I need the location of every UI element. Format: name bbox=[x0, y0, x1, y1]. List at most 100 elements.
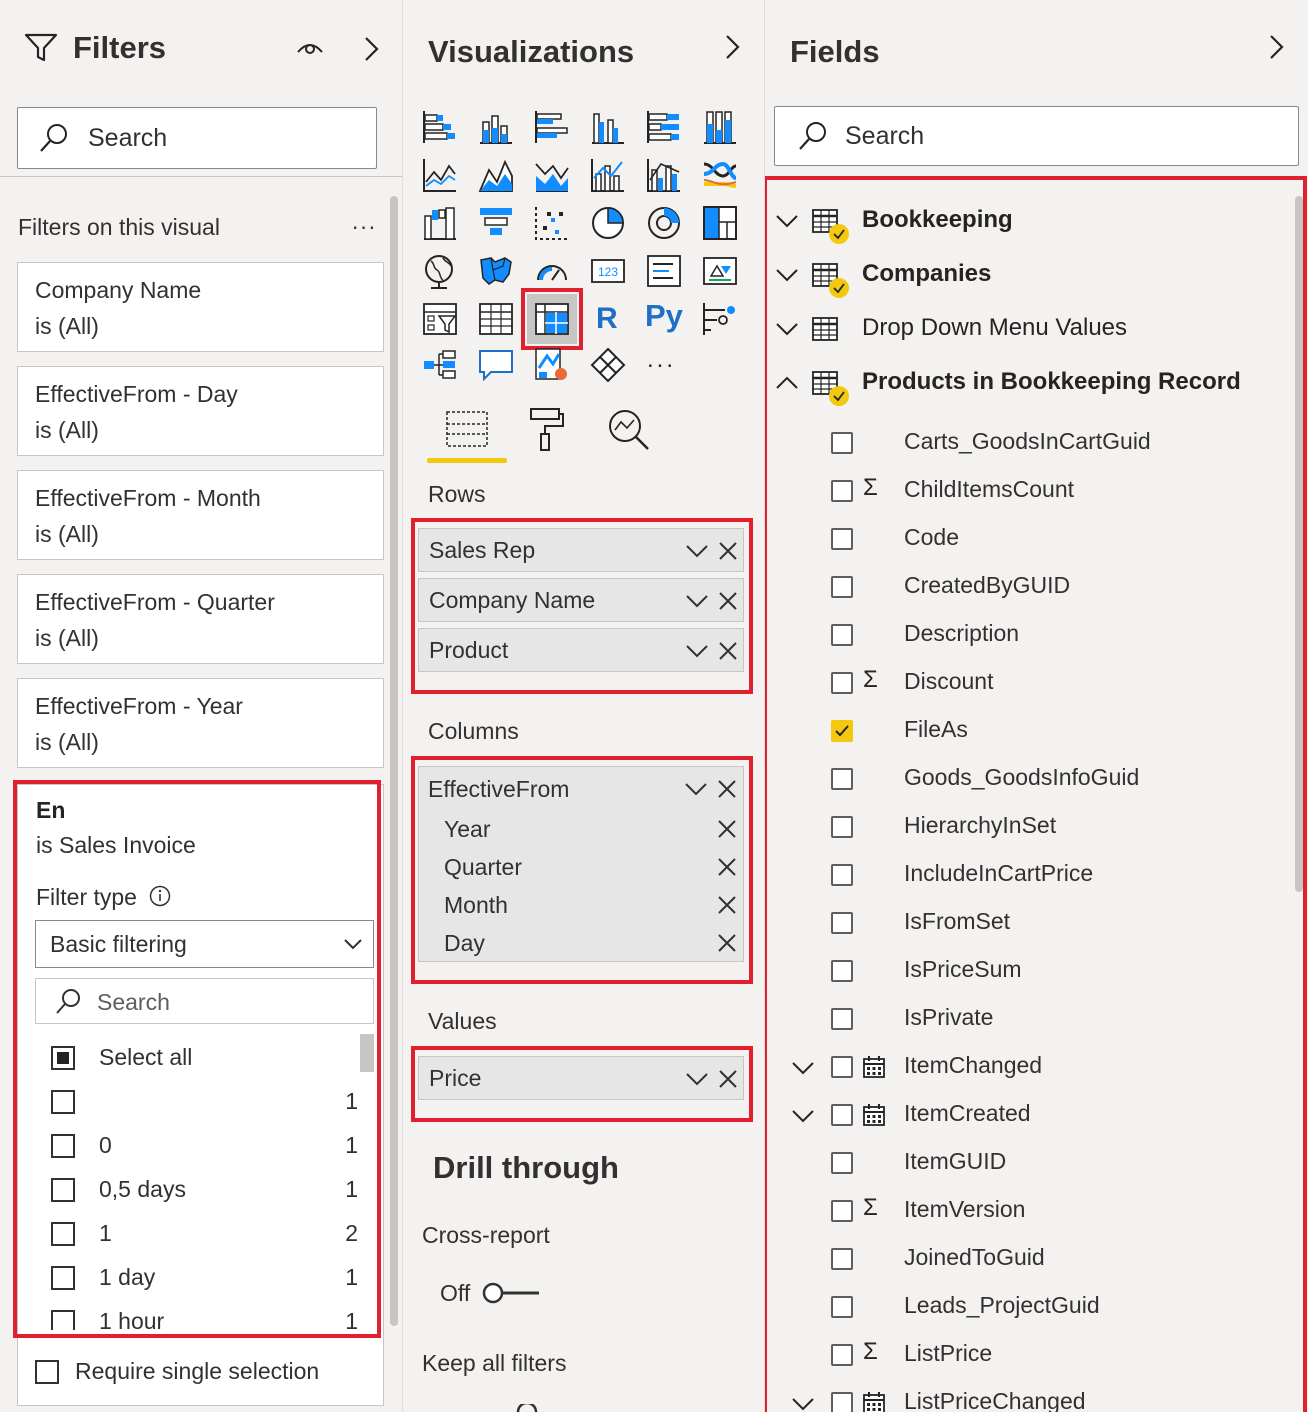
format-paint-roller-icon[interactable] bbox=[525, 406, 565, 452]
field-checkbox[interactable] bbox=[831, 1248, 853, 1270]
columns-field-pill[interactable]: EffectiveFrom bbox=[418, 770, 744, 808]
field-checkbox[interactable] bbox=[831, 1056, 853, 1078]
rows-field-pill[interactable]: Company Name bbox=[418, 578, 744, 622]
filter-card-effectivefrom-quarter[interactable]: EffectiveFrom - Quarter is (All) bbox=[17, 574, 384, 664]
remove-level-close-icon[interactable] bbox=[716, 856, 738, 878]
funnel-chart-icon[interactable] bbox=[477, 204, 515, 242]
require-single-row[interactable]: Require single selection bbox=[18, 1352, 378, 1392]
field-row[interactable]: IncludeInCartPrice bbox=[765, 852, 1285, 900]
chevron-down-icon[interactable] bbox=[791, 1060, 815, 1076]
filter-card-effectivefrom-year[interactable]: EffectiveFrom - Year is (All) bbox=[17, 678, 384, 768]
field-row[interactable]: ListPriceChanged bbox=[765, 1380, 1285, 1412]
filters-scrollbar[interactable] bbox=[390, 196, 398, 1326]
eye-icon[interactable] bbox=[296, 38, 324, 56]
line-and-clustered-column-chart-icon[interactable] bbox=[645, 156, 683, 194]
chevron-down-icon[interactable] bbox=[685, 591, 709, 613]
more-visuals-button[interactable]: ... bbox=[647, 346, 676, 374]
line-chart-icon[interactable] bbox=[421, 156, 459, 194]
chevron-down-icon[interactable] bbox=[791, 1108, 815, 1124]
line-and-stacked-column-chart-icon[interactable] bbox=[589, 156, 627, 194]
filter-value-row[interactable]: 1 bbox=[36, 1082, 366, 1126]
donut-chart-icon[interactable] bbox=[645, 204, 683, 242]
area-chart-icon[interactable] bbox=[477, 156, 515, 194]
filter-value-row[interactable]: 1 2 bbox=[36, 1214, 366, 1258]
fields-tab-icon[interactable] bbox=[445, 408, 489, 450]
r-visual-icon[interactable]: R bbox=[596, 302, 618, 336]
remove-field-close-icon[interactable] bbox=[717, 640, 739, 662]
key-influencers-icon[interactable] bbox=[701, 300, 739, 338]
field-checkbox[interactable] bbox=[831, 1344, 853, 1366]
filter-value-row[interactable]: 0 1 bbox=[36, 1126, 366, 1170]
table-row-products-in-bookkeeping-record[interactable]: Products in Bookkeeping Record bbox=[765, 358, 1285, 408]
field-checkbox[interactable] bbox=[831, 720, 853, 742]
filled-map-icon[interactable] bbox=[477, 252, 515, 290]
field-row[interactable]: Σ ListPrice bbox=[765, 1332, 1285, 1380]
field-checkbox[interactable] bbox=[831, 1392, 853, 1412]
field-row[interactable]: Σ Discount bbox=[765, 660, 1285, 708]
table-row-drop-down-menu-values[interactable]: Drop Down Menu Values bbox=[765, 304, 1285, 354]
filters-search-input[interactable]: Search bbox=[17, 107, 377, 169]
chevron-down-icon[interactable] bbox=[775, 213, 799, 229]
field-row[interactable]: IsPriceSum bbox=[765, 948, 1285, 996]
hierarchy-level-row[interactable]: Quarter bbox=[418, 848, 744, 886]
pie-chart-icon[interactable] bbox=[589, 204, 627, 242]
field-checkbox[interactable] bbox=[831, 912, 853, 934]
filter-values-search-input[interactable]: Search bbox=[35, 978, 374, 1024]
treemap-icon[interactable] bbox=[701, 204, 739, 242]
field-checkbox[interactable] bbox=[831, 1296, 853, 1318]
100-stacked-column-chart-icon[interactable] bbox=[701, 108, 739, 146]
clustered-column-chart-icon[interactable] bbox=[589, 108, 627, 146]
filter-value-checkbox[interactable] bbox=[51, 1310, 75, 1330]
field-row[interactable]: JoinedToGuid bbox=[765, 1236, 1285, 1284]
field-row[interactable]: Goods_GoodsInfoGuid bbox=[765, 756, 1285, 804]
table-row-bookkeeping[interactable]: Bookkeeping bbox=[765, 196, 1285, 246]
select-all-checkbox[interactable] bbox=[51, 1046, 75, 1070]
hierarchy-level-row[interactable]: Day bbox=[418, 924, 744, 962]
scatter-chart-icon[interactable] bbox=[533, 204, 571, 242]
rows-field-pill[interactable]: Sales Rep bbox=[418, 528, 744, 572]
power-apps-icon[interactable] bbox=[589, 346, 627, 384]
rows-field-pill[interactable]: Product bbox=[418, 628, 744, 672]
remove-field-close-icon[interactable] bbox=[717, 1068, 739, 1090]
chevron-down-icon[interactable] bbox=[685, 1069, 709, 1091]
field-row[interactable]: HierarchyInSet bbox=[765, 804, 1285, 852]
collapse-fields-chevron-icon[interactable] bbox=[1265, 32, 1289, 62]
remove-level-close-icon[interactable] bbox=[716, 894, 738, 916]
cross-report-toggle[interactable] bbox=[481, 1280, 543, 1306]
field-checkbox[interactable] bbox=[831, 576, 853, 598]
table-icon[interactable] bbox=[477, 300, 515, 338]
clustered-bar-chart-icon[interactable] bbox=[533, 108, 571, 146]
field-checkbox[interactable] bbox=[831, 432, 853, 454]
field-checkbox[interactable] bbox=[831, 1200, 853, 1222]
stacked-column-chart-icon[interactable] bbox=[477, 108, 515, 146]
slicer-icon[interactable] bbox=[421, 300, 459, 338]
stacked-bar-chart-icon[interactable] bbox=[421, 108, 459, 146]
field-row[interactable]: ItemGUID bbox=[765, 1140, 1285, 1188]
card-icon[interactable]: 123 bbox=[589, 252, 627, 290]
field-row[interactable]: Σ ChildItemsCount bbox=[765, 468, 1285, 516]
filter-value-checkbox[interactable] bbox=[51, 1090, 75, 1114]
field-row[interactable]: Leads_ProjectGuid bbox=[765, 1284, 1285, 1332]
multi-row-card-icon[interactable] bbox=[645, 252, 683, 290]
chevron-down-icon[interactable] bbox=[685, 541, 709, 563]
remove-field-close-icon[interactable] bbox=[717, 540, 739, 562]
chevron-down-icon[interactable] bbox=[791, 1396, 815, 1412]
table-row-companies[interactable]: Companies bbox=[765, 250, 1285, 300]
field-row[interactable]: IsPrivate bbox=[765, 996, 1285, 1044]
remove-level-close-icon[interactable] bbox=[716, 818, 738, 840]
ribbon-chart-icon[interactable] bbox=[701, 156, 739, 194]
field-row[interactable]: ItemCreated bbox=[765, 1092, 1285, 1140]
stacked-area-chart-icon[interactable] bbox=[533, 156, 571, 194]
filter-value-checkbox[interactable] bbox=[51, 1222, 75, 1246]
kpi-icon[interactable] bbox=[701, 252, 739, 290]
gauge-icon[interactable] bbox=[533, 252, 571, 290]
field-checkbox[interactable] bbox=[831, 864, 853, 886]
select-all-row[interactable]: Select all bbox=[36, 1038, 366, 1082]
field-row[interactable]: IsFromSet bbox=[765, 900, 1285, 948]
field-checkbox[interactable] bbox=[831, 816, 853, 838]
matrix-icon[interactable] bbox=[533, 300, 571, 338]
chevron-down-icon[interactable] bbox=[775, 267, 799, 283]
filter-type-dropdown[interactable]: Basic filtering bbox=[35, 920, 374, 968]
hierarchy-level-row[interactable]: Year bbox=[418, 810, 744, 848]
filter-value-checkbox[interactable] bbox=[51, 1266, 75, 1290]
